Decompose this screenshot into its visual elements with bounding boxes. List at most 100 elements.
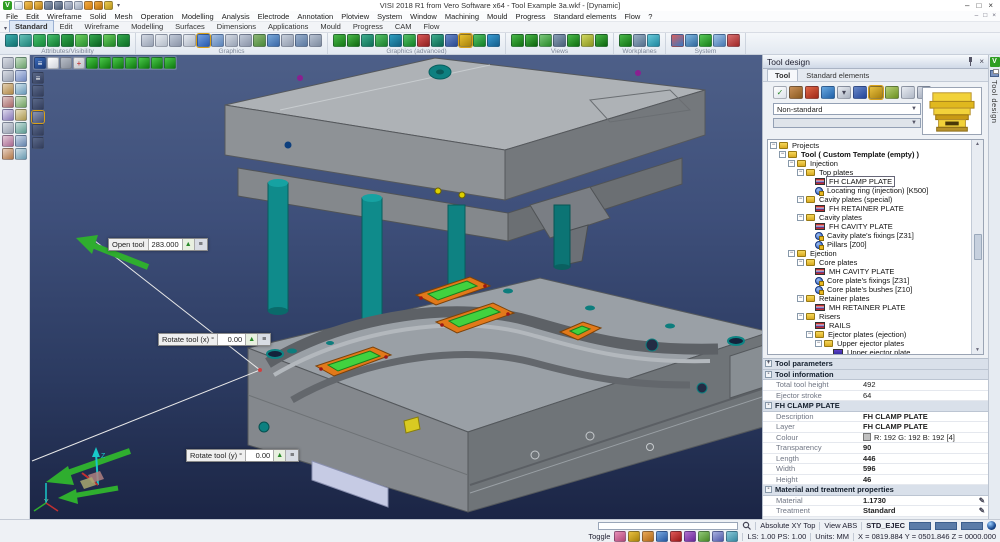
- tree-scrollbar[interactable]: ▲ ▼: [971, 140, 983, 354]
- section-display-icon[interactable]: [32, 137, 44, 149]
- snap-end-point-icon[interactable]: [2, 83, 14, 95]
- bottom-view-icon[interactable]: [112, 57, 124, 69]
- property-value[interactable]: 64: [863, 391, 988, 400]
- tree-expander-icon[interactable]: −: [797, 214, 804, 221]
- workplane-manager-icon[interactable]: [619, 34, 632, 47]
- mdi-close-button[interactable]: ×: [992, 12, 996, 19]
- back-view-icon[interactable]: [138, 57, 150, 69]
- save-all-icon[interactable]: [54, 1, 63, 10]
- viewport-menu-icon[interactable]: ≡: [32, 72, 44, 84]
- property-value[interactable]: 446: [863, 454, 988, 463]
- build-tool-icon[interactable]: [789, 86, 803, 99]
- confirm-selection-icon[interactable]: ✓: [773, 86, 787, 99]
- tree-item-retainer-plates[interactable]: −Retainer plates: [768, 294, 971, 303]
- capture-image-icon[interactable]: [281, 34, 294, 47]
- ribbon-tab-flow[interactable]: Flow: [418, 20, 446, 32]
- workplane-top-icon[interactable]: [47, 57, 59, 69]
- menu-item-mould[interactable]: Mould: [483, 12, 511, 21]
- sketch-plane-view-icon[interactable]: [567, 34, 580, 47]
- tree-item-core-plates[interactable]: −Core plates: [768, 258, 971, 267]
- hide-elements-icon[interactable]: [75, 34, 88, 47]
- tree-item-cavity-plates-special-[interactable]: −Cavity plates (special): [768, 195, 971, 204]
- tree-item-cavity-plates[interactable]: −Cavity plates: [768, 213, 971, 222]
- saved-views-icon[interactable]: [595, 34, 608, 47]
- select-elements-icon[interactable]: [2, 57, 14, 69]
- view-mode[interactable]: View ABS: [824, 521, 857, 530]
- component-catalogue-icon[interactable]: [869, 86, 883, 99]
- fast-redraw-icon[interactable]: [473, 34, 486, 47]
- tree-expander-icon[interactable]: −: [797, 313, 804, 320]
- axonometric-view-icon[interactable]: [525, 34, 538, 47]
- new-document-icon[interactable]: [14, 1, 23, 10]
- rotate-y-value[interactable]: 0.00: [246, 450, 274, 461]
- rotate-x-options-icon[interactable]: ≡: [258, 334, 270, 345]
- tree-expander-icon[interactable]: −: [815, 340, 822, 347]
- print-icon[interactable]: [74, 1, 83, 10]
- undo-icon[interactable]: [84, 1, 93, 10]
- tree-item-upper-ejector-plates[interactable]: −Upper ejector plates: [768, 339, 971, 348]
- dynamic-rotate-icon[interactable]: [333, 34, 346, 47]
- tree-item-tool-custom-template-empty-[interactable]: −Tool ( Custom Template (empty) ): [768, 150, 971, 159]
- tree-item-ejection[interactable]: −Ejection: [768, 249, 971, 258]
- list-view-icon[interactable]: [698, 531, 710, 542]
- property-value[interactable]: R: 192 G: 192 B: 192 [4]: [863, 433, 988, 442]
- ribbon-tab-modelling[interactable]: Modelling: [125, 20, 169, 32]
- mdi-minimize-button[interactable]: –: [975, 12, 979, 19]
- tree-item-pillars-z00-[interactable]: Pillars [Z00]: [768, 240, 971, 249]
- close-button[interactable]: ×: [988, 1, 993, 10]
- panel-close-icon[interactable]: ×: [979, 57, 984, 66]
- redo-icon[interactable]: [94, 1, 103, 10]
- selection-colour-icon[interactable]: [614, 531, 626, 542]
- globe-icon[interactable]: [987, 521, 996, 530]
- flat-shaded-mode-icon[interactable]: [183, 34, 196, 47]
- open-tool-apply-icon[interactable]: ▲: [183, 239, 195, 250]
- scroll-down-icon[interactable]: ▼: [975, 347, 980, 353]
- tree-expander-icon[interactable]: −: [788, 160, 795, 167]
- tree-item-core-plate-s-bushes-z10-[interactable]: Core plate's bushes [Z10]: [768, 285, 971, 294]
- workplane-shaded-icon[interactable]: [60, 57, 72, 69]
- regenerate-icon[interactable]: [15, 148, 27, 160]
- tree-item-ejector-plates-ejection-[interactable]: −Ejector plates (ejection): [768, 330, 971, 339]
- transparent-display-icon[interactable]: [32, 124, 44, 136]
- rotate-y-options-icon[interactable]: ≡: [286, 450, 298, 461]
- property-value[interactable]: 1.1730✎: [863, 496, 988, 505]
- session-folder-icon[interactable]: [642, 531, 654, 542]
- active-workplane[interactable]: STD_EJEC: [866, 521, 905, 530]
- tree-expander-icon[interactable]: −: [770, 142, 777, 149]
- ribbon-tab-standard[interactable]: Standard: [9, 20, 54, 32]
- visi-mini-logo-icon[interactable]: V: [990, 57, 1000, 67]
- language-settings-icon[interactable]: [699, 34, 712, 47]
- wireframe-mode-icon[interactable]: [141, 34, 154, 47]
- right-view-icon[interactable]: [164, 57, 176, 69]
- view-manager-icon[interactable]: [511, 34, 524, 47]
- measure-distance-icon[interactable]: [2, 109, 14, 121]
- property-value[interactable]: Standard✎: [863, 506, 988, 515]
- shaded-edges-mode-icon[interactable]: [211, 34, 224, 47]
- transparency-mode-icon[interactable]: [225, 34, 238, 47]
- pin-icon[interactable]: [967, 57, 974, 66]
- tree-expander-icon[interactable]: −: [797, 259, 804, 266]
- workplane-view-icon[interactable]: [539, 34, 552, 47]
- printer-icon[interactable]: [990, 70, 999, 77]
- tree-item-fh-cavity-plate[interactable]: FH CAVITY PLATE: [768, 222, 971, 231]
- ghost-mode-icon[interactable]: [169, 34, 182, 47]
- zoom-window-icon[interactable]: [347, 34, 360, 47]
- tree-item-projects[interactable]: −Projects: [768, 141, 971, 150]
- user-profile-icon[interactable]: [656, 531, 668, 542]
- save-icon[interactable]: [44, 1, 53, 10]
- hidden-line-display-icon[interactable]: [32, 98, 44, 110]
- quick-access-customize-caret-icon[interactable]: ▾: [115, 2, 122, 9]
- update-tool-icon[interactable]: [821, 86, 835, 99]
- ribbon-tab-wireframe[interactable]: Wireframe: [78, 20, 125, 32]
- section-expander-icon[interactable]: -: [765, 486, 772, 493]
- rotate-y-apply-icon[interactable]: ▲: [274, 450, 286, 461]
- ribbon-options-caret-icon[interactable]: ▾: [2, 25, 9, 32]
- tool-type-dropdown[interactable]: Non-standard ▼: [773, 103, 921, 115]
- tree-item-mh-cavity-plate[interactable]: MH CAVITY PLATE: [768, 267, 971, 276]
- front-view-icon[interactable]: [125, 57, 137, 69]
- translate-elements-icon[interactable]: [2, 122, 14, 134]
- ribbon-tab-progress[interactable]: Progress: [347, 20, 389, 32]
- ribbon-tab-surfaces[interactable]: Surfaces: [169, 20, 211, 32]
- import-file-icon[interactable]: [34, 1, 43, 10]
- pan-view-icon[interactable]: [375, 34, 388, 47]
